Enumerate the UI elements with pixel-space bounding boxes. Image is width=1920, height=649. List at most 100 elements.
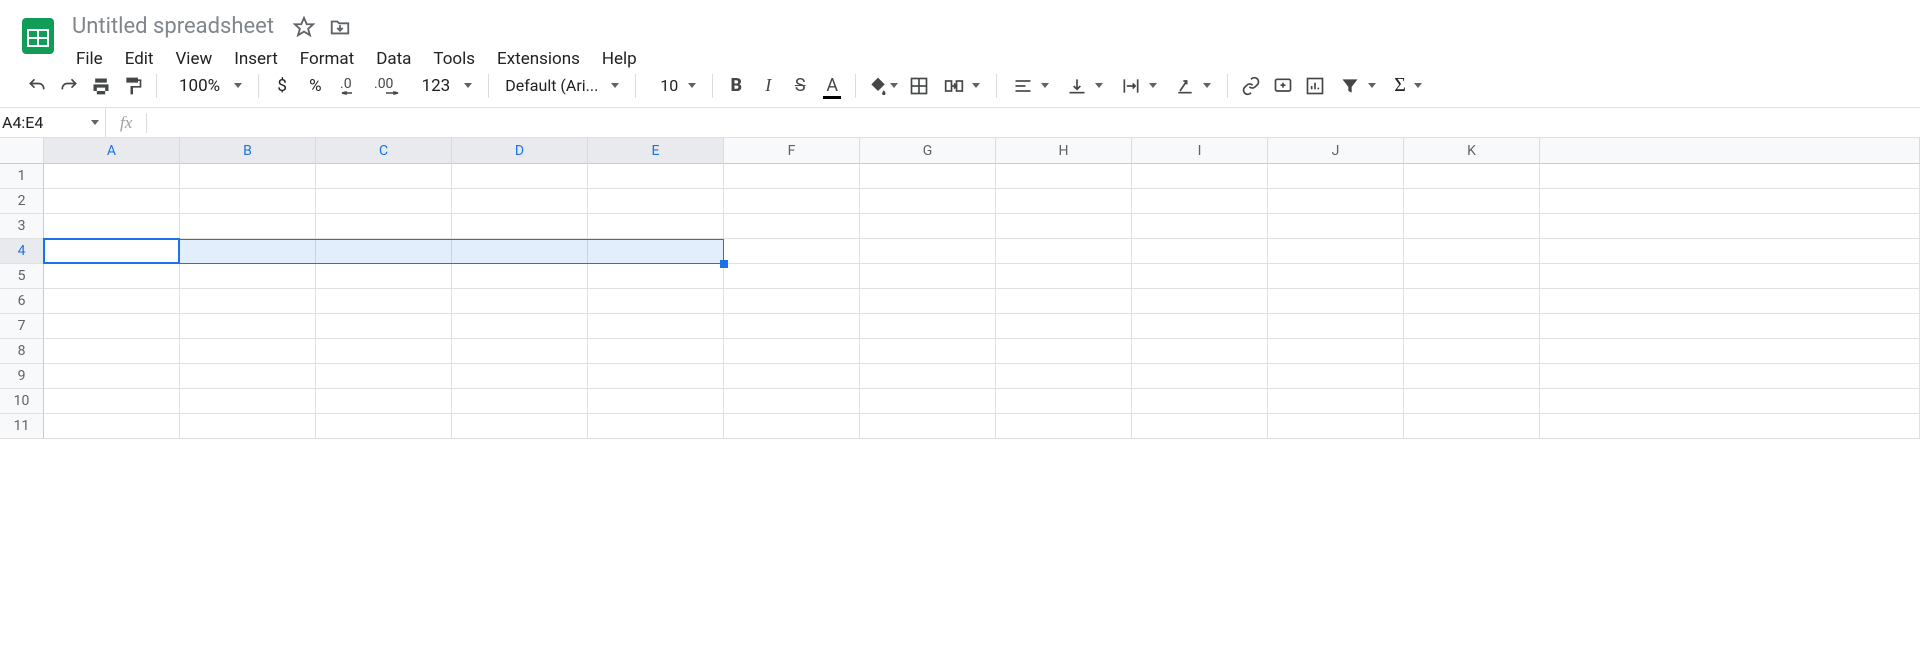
row-header[interactable]: 7 [0, 314, 44, 339]
cell[interactable] [316, 264, 452, 289]
cell[interactable] [1132, 314, 1268, 339]
merge-cells-dropdown[interactable] [936, 76, 988, 96]
cell[interactable] [1404, 289, 1540, 314]
cell[interactable] [452, 289, 588, 314]
horizontal-align-dropdown[interactable] [1005, 76, 1057, 96]
sheets-logo-icon[interactable] [18, 16, 58, 56]
row-header[interactable]: 8 [0, 339, 44, 364]
font-size-dropdown[interactable]: 10 [644, 76, 704, 95]
text-rotation-dropdown[interactable] [1167, 76, 1219, 96]
cell[interactable] [44, 364, 180, 389]
undo-button[interactable] [22, 71, 52, 101]
cell[interactable] [180, 289, 316, 314]
cell[interactable] [1540, 389, 1920, 414]
cell[interactable] [1540, 239, 1920, 264]
cell[interactable] [1268, 414, 1404, 439]
cell[interactable] [996, 289, 1132, 314]
cell[interactable] [316, 289, 452, 314]
cell[interactable] [724, 414, 860, 439]
cell[interactable] [1268, 164, 1404, 189]
document-title[interactable]: Untitled spreadsheet [66, 12, 280, 41]
row-header[interactable]: 9 [0, 364, 44, 389]
cell[interactable] [860, 339, 996, 364]
cell[interactable] [588, 389, 724, 414]
row-header[interactable]: 11 [0, 414, 44, 439]
menu-data[interactable]: Data [366, 45, 421, 73]
cell[interactable] [1132, 364, 1268, 389]
cell[interactable] [996, 314, 1132, 339]
cell[interactable] [1132, 339, 1268, 364]
cell[interactable] [44, 389, 180, 414]
cell[interactable] [1404, 189, 1540, 214]
cell[interactable] [1268, 239, 1404, 264]
cell[interactable] [1540, 339, 1920, 364]
cell[interactable] [1540, 189, 1920, 214]
cell[interactable] [860, 289, 996, 314]
cell[interactable] [1540, 414, 1920, 439]
functions-dropdown[interactable]: Σ [1386, 74, 1430, 97]
cell[interactable] [588, 289, 724, 314]
row-header[interactable]: 2 [0, 189, 44, 214]
zoom-dropdown[interactable]: 100% [165, 76, 250, 96]
cell[interactable] [860, 389, 996, 414]
column-header[interactable]: G [860, 138, 996, 164]
cell[interactable] [180, 239, 316, 264]
column-header[interactable]: A [44, 138, 180, 164]
cell[interactable] [1404, 364, 1540, 389]
row-header[interactable]: 4 [0, 239, 44, 264]
cell[interactable] [452, 414, 588, 439]
strikethrough-button[interactable]: S [785, 71, 815, 101]
cell[interactable] [860, 314, 996, 339]
menu-insert[interactable]: Insert [224, 45, 288, 73]
italic-button[interactable]: I [753, 71, 783, 101]
currency-button[interactable]: $ [267, 71, 297, 101]
cell[interactable] [1268, 214, 1404, 239]
cell[interactable] [180, 414, 316, 439]
cell[interactable] [1404, 314, 1540, 339]
cell[interactable] [44, 314, 180, 339]
redo-button[interactable] [54, 71, 84, 101]
cell[interactable] [452, 189, 588, 214]
column-header[interactable]: J [1268, 138, 1404, 164]
cell[interactable] [1132, 289, 1268, 314]
menu-file[interactable]: File [66, 45, 113, 73]
insert-comment-button[interactable] [1268, 71, 1298, 101]
menu-tools[interactable]: Tools [423, 45, 485, 73]
insert-link-button[interactable] [1236, 71, 1266, 101]
cell[interactable] [1404, 164, 1540, 189]
spreadsheet-grid[interactable]: ABCDEFGHIJK 1234567891011 [0, 138, 1920, 439]
menu-edit[interactable]: Edit [115, 45, 164, 73]
cell[interactable] [996, 214, 1132, 239]
cell[interactable] [180, 189, 316, 214]
column-header[interactable]: I [1132, 138, 1268, 164]
cell[interactable] [316, 189, 452, 214]
row-header[interactable]: 1 [0, 164, 44, 189]
column-header[interactable]: K [1404, 138, 1540, 164]
borders-button[interactable] [904, 71, 934, 101]
cell[interactable] [996, 164, 1132, 189]
cell[interactable] [44, 189, 180, 214]
cell[interactable] [1132, 414, 1268, 439]
cell[interactable] [180, 364, 316, 389]
cell[interactable] [588, 414, 724, 439]
move-to-folder-icon[interactable] [328, 15, 352, 39]
cell[interactable] [1540, 289, 1920, 314]
vertical-align-dropdown[interactable] [1059, 76, 1111, 96]
cell[interactable] [1540, 314, 1920, 339]
cell[interactable] [44, 289, 180, 314]
cell[interactable] [180, 314, 316, 339]
cell[interactable] [588, 339, 724, 364]
menu-extensions[interactable]: Extensions [487, 45, 590, 73]
cell[interactable] [1268, 314, 1404, 339]
cell[interactable] [724, 164, 860, 189]
select-all-corner[interactable] [0, 138, 44, 164]
row-header[interactable]: 6 [0, 289, 44, 314]
cell[interactable] [588, 239, 724, 264]
cell[interactable] [316, 389, 452, 414]
cell[interactable] [1404, 339, 1540, 364]
cell[interactable] [860, 164, 996, 189]
cell[interactable] [1268, 389, 1404, 414]
cell[interactable] [1540, 264, 1920, 289]
cell[interactable] [996, 339, 1132, 364]
cell[interactable] [452, 339, 588, 364]
